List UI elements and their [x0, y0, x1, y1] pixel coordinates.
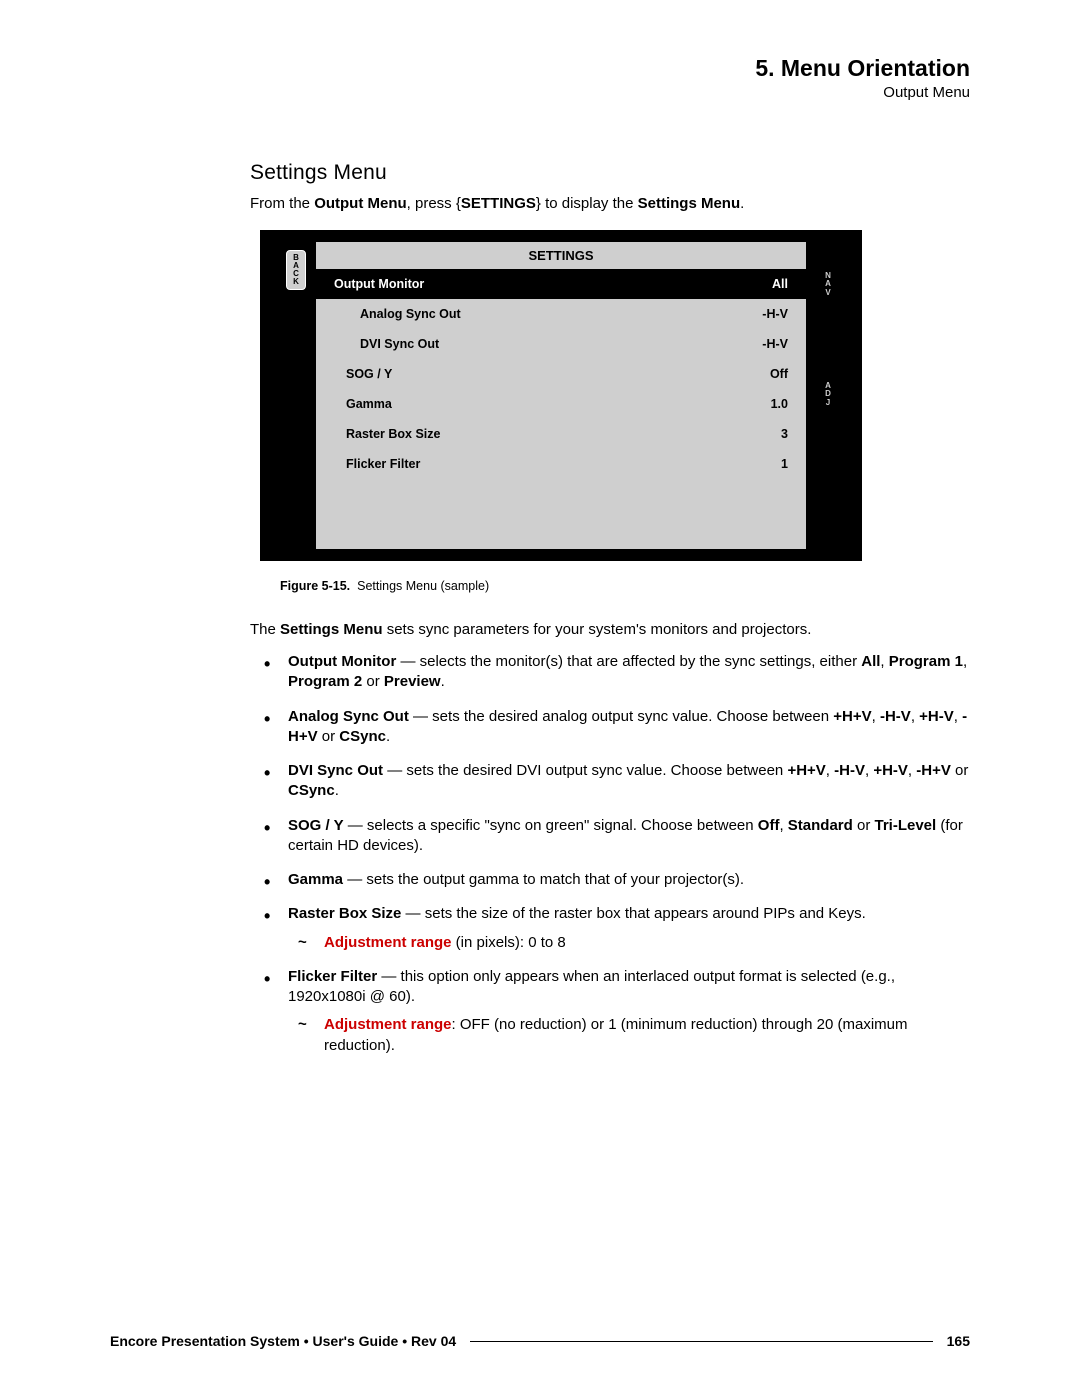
bullet-gamma: Gamma — sets the output gamma to match t… [250, 870, 970, 890]
bullet-output-monitor: Output Monitor — selects the monitor(s) … [250, 652, 970, 693]
figure-caption: Figure 5-15. Settings Menu (sample) [280, 579, 970, 593]
menu-row-dvi-sync: DVI Sync Out-H-V [316, 329, 806, 359]
intro-paragraph: From the Output Menu, press {SETTINGS} t… [250, 195, 970, 212]
menu-row-gamma: Gamma1.0 [316, 389, 806, 419]
nav-label: NAV [806, 272, 850, 297]
bullet-raster: Raster Box Size — sets the size of the r… [250, 904, 970, 953]
back-button: B A C K [286, 250, 306, 290]
menu-row-sog: SOG / YOff [316, 359, 806, 389]
bullet-list: Output Monitor — selects the monitor(s) … [250, 652, 970, 1056]
section-heading: Settings Menu [250, 161, 970, 185]
menu-row-raster: Raster Box Size3 [316, 419, 806, 449]
adj-label: ADJ [806, 382, 850, 407]
menu-title: SETTINGS [316, 242, 806, 269]
menu-row-output-monitor: Output MonitorAll [316, 269, 806, 299]
settings-menu-figure: B A C K SETTINGS Output MonitorAll Analo… [260, 230, 862, 561]
page-number: 165 [947, 1333, 970, 1349]
menu-row-flicker: Flicker Filter1 [316, 449, 806, 479]
chapter-subtitle: Output Menu [250, 84, 970, 101]
sub-raster-range: Adjustment range (in pixels): 0 to 8 [288, 933, 970, 953]
description-paragraph: The Settings Menu sets sync parameters f… [250, 621, 970, 638]
page-footer: Encore Presentation System • User's Guid… [110, 1333, 970, 1349]
footer-text: Encore Presentation System • User's Guid… [110, 1333, 456, 1349]
sub-flicker-range: Adjustment range: OFF (no reduction) or … [288, 1015, 970, 1056]
menu-row-analog-sync: Analog Sync Out-H-V [316, 299, 806, 329]
bullet-dvi-sync: DVI Sync Out — sets the desired DVI outp… [250, 761, 970, 802]
bullet-analog-sync: Analog Sync Out — sets the desired analo… [250, 707, 970, 748]
chapter-title: 5. Menu Orientation [250, 55, 970, 82]
bullet-flicker: Flicker Filter — this option only appear… [250, 967, 970, 1056]
bullet-sog: SOG / Y — selects a specific "sync on gr… [250, 816, 970, 857]
